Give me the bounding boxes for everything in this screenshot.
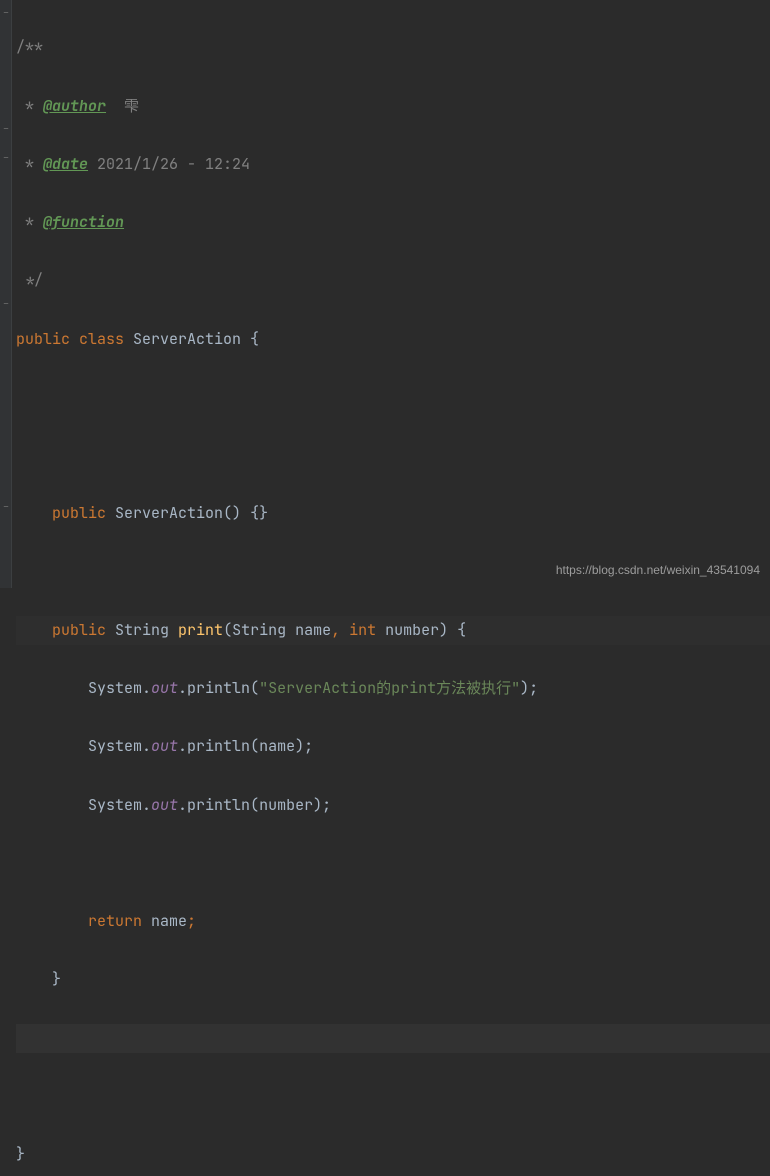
keyword: class xyxy=(79,329,133,349)
code-line: System.out.println(number); xyxy=(16,791,770,820)
string-literal: "ServerAction的print方法被执行" xyxy=(259,678,520,698)
code-line: */ xyxy=(16,266,770,295)
constructor: ServerAction xyxy=(115,503,223,523)
code-line xyxy=(16,1082,770,1111)
fold-mark-icon[interactable]: – xyxy=(1,8,11,18)
fold-mark-icon[interactable]: – xyxy=(1,124,11,134)
class-name: ServerAction xyxy=(133,329,250,349)
keyword: return xyxy=(88,911,151,931)
code-line: * @function xyxy=(16,208,770,237)
fold-mark-icon[interactable]: – xyxy=(1,153,11,163)
code-line: * @date 2021/1/26 - 12:24 xyxy=(16,150,770,179)
keyword: public xyxy=(52,503,115,523)
code-line: public String print(String name, int num… xyxy=(16,616,770,645)
watermark-text: https://blog.csdn.net/weixin_43541094 xyxy=(556,559,760,582)
code-line: * @author 雫 xyxy=(16,92,770,121)
keyword: public xyxy=(52,620,115,640)
code-editor[interactable]: /** * @author 雫 * @date 2021/1/26 - 12:2… xyxy=(12,0,770,588)
code-line xyxy=(16,383,770,412)
javadoc-tag: @function xyxy=(43,212,124,232)
code-line: } xyxy=(16,965,770,994)
fold-mark-icon[interactable]: – xyxy=(1,299,11,309)
caret-line xyxy=(16,1024,770,1053)
fold-mark-icon[interactable]: – xyxy=(1,502,11,512)
code-line: /** xyxy=(16,33,770,62)
comment-open: /** xyxy=(16,37,43,57)
field: out xyxy=(151,736,178,756)
keyword: int xyxy=(349,620,385,640)
editor-gutter: – – – – – xyxy=(0,0,12,588)
field: out xyxy=(151,678,178,698)
keyword: public xyxy=(16,329,79,349)
code-line: System.out.println("ServerAction的print方法… xyxy=(16,674,770,703)
field: out xyxy=(151,795,178,815)
code-line: } xyxy=(16,1140,770,1169)
method-name: print xyxy=(178,620,223,640)
javadoc-tag: @date xyxy=(43,154,88,174)
code-line: public ServerAction() {} xyxy=(16,499,770,528)
code-line: public class ServerAction { xyxy=(16,325,770,354)
code-line xyxy=(16,441,770,470)
javadoc-tag: @author xyxy=(43,96,106,116)
code-line xyxy=(16,849,770,878)
code-line: return name; xyxy=(16,907,770,936)
code-line: System.out.println(name); xyxy=(16,732,770,761)
